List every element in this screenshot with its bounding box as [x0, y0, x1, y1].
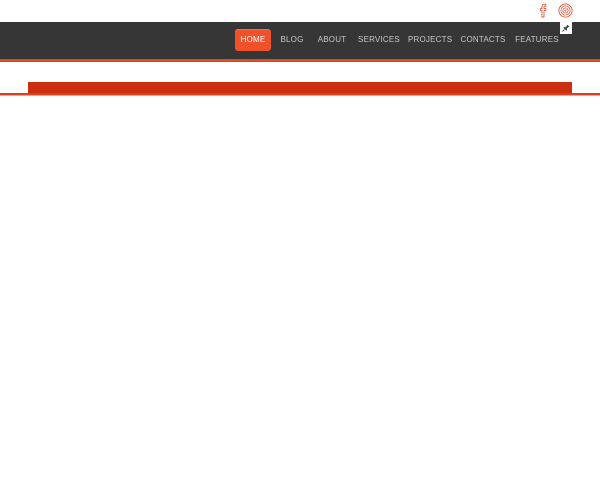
- pin-icon: [562, 24, 570, 32]
- nav-item-services[interactable]: SERVICES: [358, 29, 400, 51]
- header-banner-band: [28, 82, 572, 93]
- pin-tab[interactable]: [560, 22, 572, 34]
- nav-item-home[interactable]: HOME: [235, 29, 271, 51]
- nav-item-blog[interactable]: BLOG: [278, 29, 306, 51]
- nav-item-contacts[interactable]: CONTACTS: [460, 29, 506, 51]
- dribbble-icon[interactable]: [557, 2, 574, 19]
- top-bar: [0, 0, 600, 22]
- nav-item-features[interactable]: FEATURES: [515, 29, 559, 51]
- nav-accent-line: [0, 59, 600, 62]
- nav-item-about[interactable]: ABOUT: [316, 29, 348, 51]
- main-menu: HOME BLOG ABOUT SERVICES PROJECTS CONTAC…: [0, 29, 600, 51]
- page-content-area: [0, 96, 600, 482]
- facebook-icon[interactable]: [535, 2, 552, 19]
- nav-item-projects[interactable]: PROJECTS: [408, 29, 452, 51]
